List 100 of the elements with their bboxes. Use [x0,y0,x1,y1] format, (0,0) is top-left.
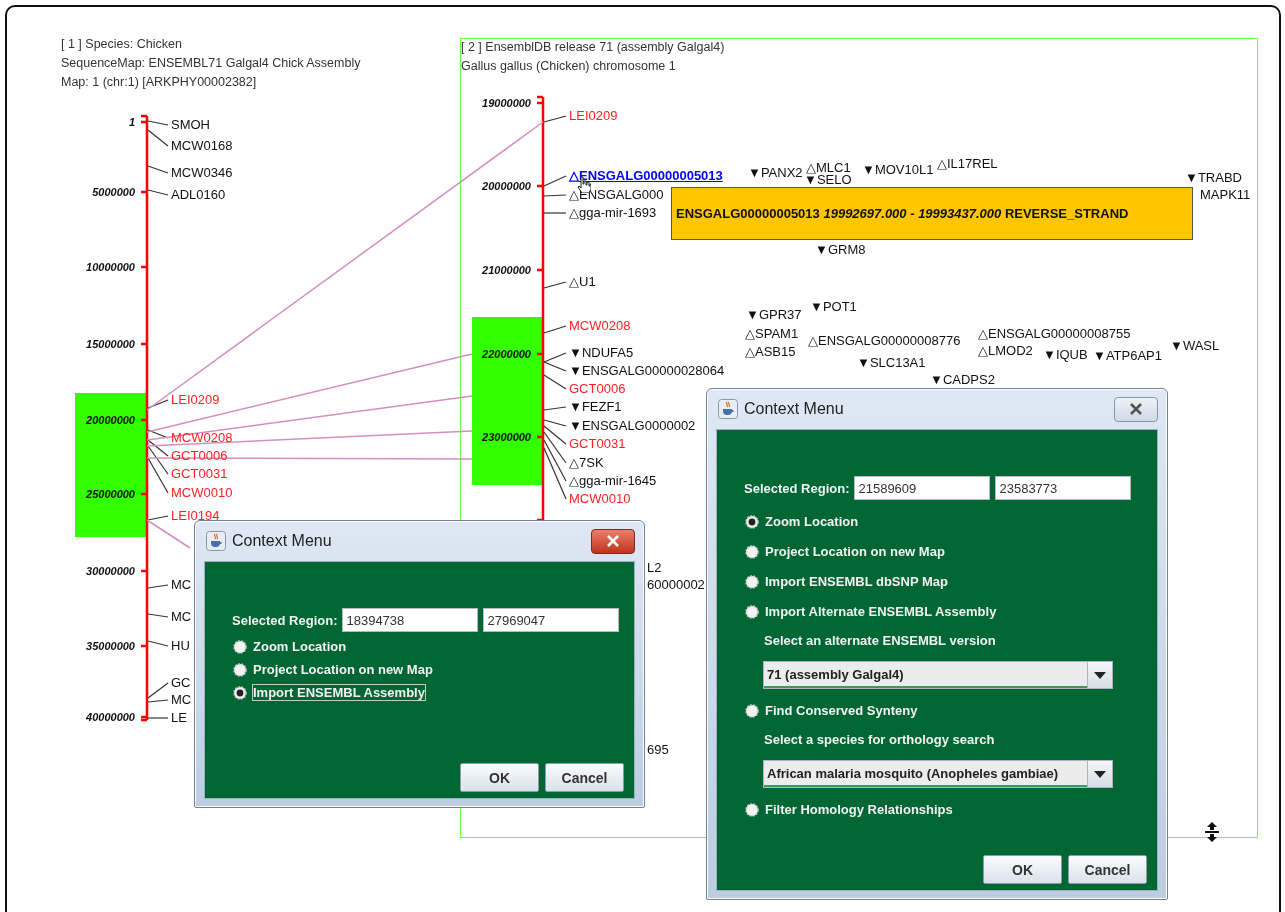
marker-label[interactable]: GCT0031 [171,466,228,482]
gene-label[interactable]: ▼GRM8 [815,242,866,258]
leader-line [147,584,169,589]
marker-label[interactable]: MCW0010 [171,485,233,501]
close-button[interactable] [1114,396,1158,422]
gene-label[interactable]: △IL17REL [937,156,998,172]
ok-button[interactable]: OK [460,763,539,792]
dropdown[interactable]: 71 (assembly Galgal4) [763,661,1113,689]
axis-tick-label: 40000000 [85,710,135,724]
marker-label[interactable]: MCW0208 [171,430,233,446]
gene-label[interactable]: 695 [647,742,669,758]
map-header: SequenceMap: ENSEMBL71 Galgal4 Chick Assembly [61,55,361,72]
axis-tick-label: 1 [127,115,135,129]
field-label: Selected Region: [232,612,338,628]
marker-label[interactable]: MCW0010 [569,491,631,507]
marker-label[interactable]: LEI0209 [569,108,618,124]
leader-line [543,352,567,363]
input-field[interactable]: 18394738 [342,608,479,632]
radio-option[interactable]: Import ENSEMBL dbSNP Map [744,573,949,590]
leader-line [147,515,169,521]
coffee-cup-icon [206,531,226,551]
radio-option[interactable]: Filter Homology Relationships [744,801,954,818]
gene-label[interactable]: ▼IQUB [1043,347,1088,363]
leader-line [543,281,567,289]
input-field[interactable]: 27969047 [483,608,620,632]
selection-region[interactable] [75,393,147,537]
gene-label[interactable]: ▼TRABD [1185,170,1242,186]
cancel-button[interactable]: Cancel [545,763,624,792]
marker-label[interactable]: △gga-mir-1693 [569,205,657,221]
gene-label[interactable]: 60000002 [647,577,705,593]
dropdown[interactable]: African malaria mosquito (Anopheles gambiae) [763,760,1113,788]
gene-label[interactable]: △ENSGALG00000008755 [978,326,1131,342]
marker-label[interactable]: △ENSGALG00000005013 [569,168,723,184]
gene-label[interactable]: ▼SLC13A1 [857,355,926,371]
marker-label[interactable]: HU [171,638,190,654]
radio-option[interactable]: Find Conserved Synteny [744,702,919,719]
radio-option[interactable]: Import Alternate ENSEMBL Assembly [744,603,998,620]
input-field[interactable]: 21589609 [854,476,991,500]
leader-line [543,212,567,214]
axis-tick-label: 10000000 [85,260,135,274]
marker-label[interactable]: MC [171,692,192,708]
gene-label[interactable]: ▼CADPS2 [930,372,995,388]
gene-label[interactable]: △ASB15 [745,344,796,360]
radio-option[interactable]: Import ENSEMBL Assembly [232,684,426,701]
radio-option[interactable]: Zoom Location [232,638,348,655]
selection-region[interactable] [472,317,543,485]
gene-label[interactable]: △ENSGALG00000008776 [808,333,961,349]
gene-label[interactable]: ▼PANX2 [748,165,803,181]
marker-label[interactable]: SMOH [171,117,210,133]
gene-label[interactable]: ▼POT1 [810,299,857,315]
marker-label[interactable]: LE [171,710,187,726]
marker-label[interactable]: GCT0006 [569,381,626,397]
ok-button[interactable]: OK [983,855,1062,884]
axis-tick-label: 19000000 [481,96,531,110]
marker-label[interactable]: GCT0031 [569,436,626,452]
leader-line [543,361,567,372]
marker-label[interactable]: MCW0208 [569,318,631,334]
marker-label[interactable]: MCW0346 [171,165,233,181]
radio-option[interactable]: Project Location on new Map [232,661,434,678]
gene-label[interactable]: MAPK11 [1200,187,1251,203]
marker-label[interactable]: ▼ENSGALG00000028064 [569,363,725,379]
cancel-button[interactable]: Cancel [1068,855,1147,884]
marker-label[interactable]: LEI0194 [171,508,220,524]
gene-label[interactable]: ▼ATP6AP1 [1093,348,1162,364]
marker-label[interactable]: ▼ENSGALG0000002 [569,418,696,434]
leader-line [543,175,567,187]
marker-label[interactable]: MC [171,609,192,625]
map-header: Map: 1 (chr:1) [ARKPHY00002382] [61,74,258,91]
marker-label[interactable]: GC [171,675,191,691]
marker-label[interactable]: △ENSGALG000 [569,187,664,203]
gene-label[interactable]: L2 [647,560,662,576]
marker-label[interactable]: MC [171,577,192,593]
gene-label[interactable]: △MLC1 [806,160,851,176]
radio-option[interactable]: Project Location on new Map [744,543,946,560]
leader-line [147,120,169,126]
close-button[interactable] [591,528,635,554]
gene-label[interactable]: △LMOD2 [978,343,1033,359]
radio-option[interactable]: Zoom Location [744,513,860,530]
axis-tick-label: 20000000 [85,413,135,427]
gene-label[interactable]: ▼MOV10L1 [862,162,934,178]
marker-label[interactable]: △gga-mir-1645 [569,473,657,489]
marker-label[interactable]: △7SK [569,455,604,471]
map-header: [ 1 ] Species: Chicken [61,36,183,53]
dialog-title: Context Menu [744,400,844,418]
marker-label[interactable]: MCW0168 [171,138,233,154]
axis-tick-label: 25000000 [85,487,135,501]
marker-label[interactable]: ADL0160 [171,187,226,203]
close-icon [606,535,620,547]
marker-label[interactable]: ▼NDUFA5 [569,345,634,361]
gene-label[interactable]: △SPAM1 [745,326,799,342]
gene-label[interactable]: ▼GPR37 [746,307,802,323]
axis-tick-label: 15000000 [85,337,135,351]
gene-label[interactable]: ▼WASL [1170,338,1220,354]
marker-label[interactable]: GCT0006 [171,448,228,464]
close-icon [1129,403,1143,415]
marker-label[interactable]: ▼FEZF1 [569,399,622,415]
marker-label[interactable]: LEI0209 [171,392,220,408]
input-field[interactable]: 23583773 [995,476,1132,500]
marker-label[interactable]: △U1 [569,274,596,290]
axis-tick-label: 21000000 [481,263,531,277]
